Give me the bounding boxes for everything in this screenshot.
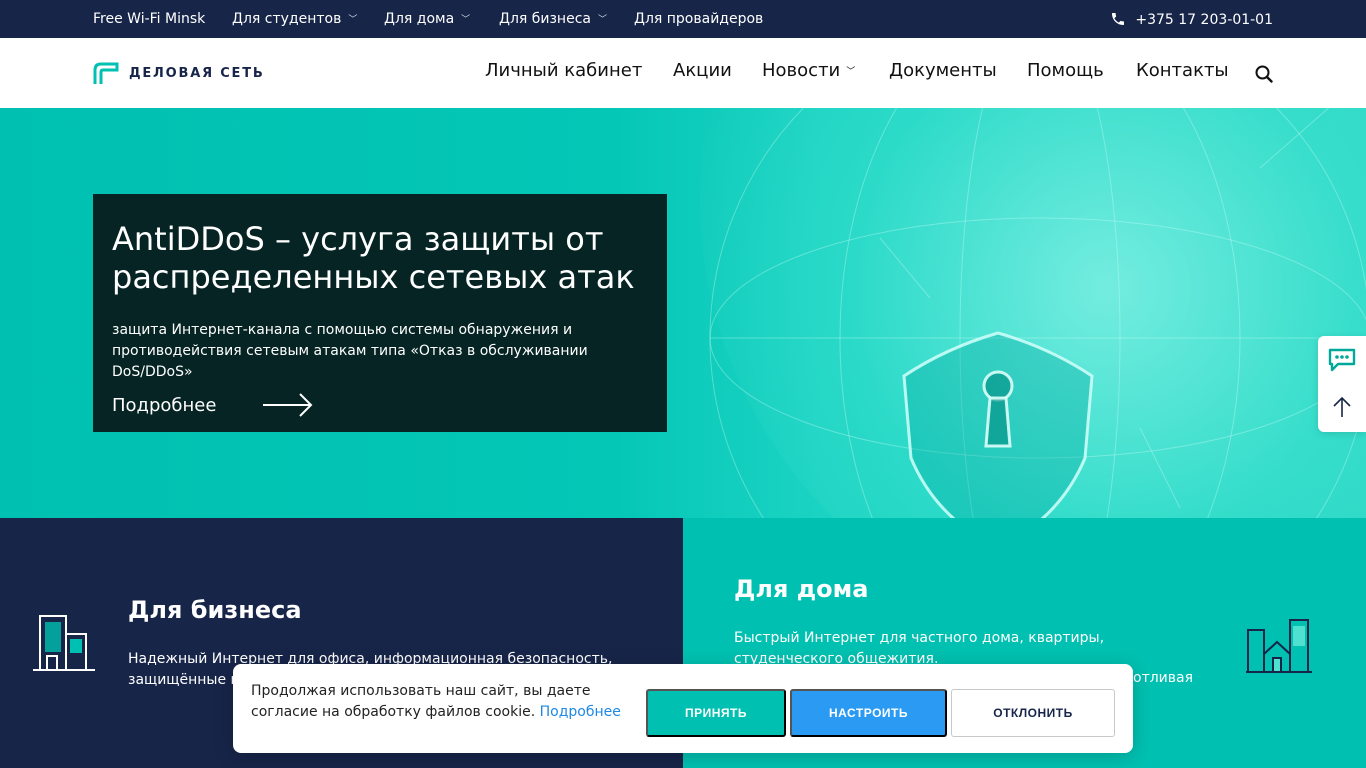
search-icon[interactable] [1255,65,1273,83]
chevron-down-icon: ﹀ [597,15,607,25]
topbar-link-free-wifi[interactable]: Free Wi-Fi Minsk [93,11,205,27]
hero-title: AntiDDoS – услуга защиты от распределенн… [112,220,635,296]
cookie-text: Продолжая использовать наш сайт, вы дает… [251,683,621,720]
phone-link[interactable]: +375 17 203-01-01 [1110,11,1273,28]
cookie-banner: Продолжая использовать наш сайт, вы дает… [233,664,1133,753]
chevron-down-icon: ﹀ [461,15,471,25]
office-building-icon [33,615,95,671]
nav-personal-account[interactable]: Личный кабинет [485,60,642,81]
logo-mark-icon [93,62,119,84]
home-description-tail: отливая [1133,670,1194,686]
topbar-link-business[interactable]: Для бизнеса ﹀ [499,11,607,27]
topbar-link-students[interactable]: Для студентов ﹀ [232,11,357,27]
hero-more-link[interactable]: Подробнее [112,392,314,418]
business-title: Для бизнеса [128,596,302,624]
nav-documents[interactable]: Документы [889,60,997,81]
nav-contacts[interactable]: Контакты [1136,60,1229,81]
chevron-down-icon: ﹀ [348,15,358,25]
phone-icon [1112,13,1125,25]
hero-card: AntiDDoS – услуга защиты от распределенн… [93,194,667,432]
configure-button[interactable]: НАСТРОИТЬ [790,689,947,737]
decline-button[interactable]: ОТКЛОНИТЬ [951,689,1115,737]
chevron-down-icon: ﹀ [846,67,856,77]
main-header: ДЕЛОВАЯ СЕТЬ Личный кабинет Акции Новост… [0,38,1366,108]
logo[interactable]: ДЕЛОВАЯ СЕТЬ [93,62,265,84]
nav-promotions[interactable]: Акции [673,60,732,81]
topbar-link-providers[interactable]: Для провайдеров [634,11,763,27]
home-title: Для дома [734,575,869,603]
side-widget [1318,336,1366,432]
accept-button[interactable]: ПРИНЯТЬ [646,689,786,737]
houses-buildings-icon [1246,619,1312,673]
hero-banner: AntiDDoS – услуга защиты от распределенн… [0,108,1366,518]
scroll-up-icon[interactable] [1332,396,1352,418]
topbar-link-home[interactable]: Для дома ﹀ [384,11,470,27]
cookie-more-link[interactable]: Подробнее [540,704,621,720]
nav-news[interactable]: Новости ﹀ [762,60,855,81]
hero-description: защита Интернет-канала с помощью системы… [112,322,588,380]
top-bar: Free Wi-Fi Minsk Для студентов ﹀ Для дома… [0,0,1366,38]
chat-icon[interactable] [1328,348,1356,372]
arrow-right-icon [263,393,313,417]
nav-help[interactable]: Помощь [1027,60,1104,81]
